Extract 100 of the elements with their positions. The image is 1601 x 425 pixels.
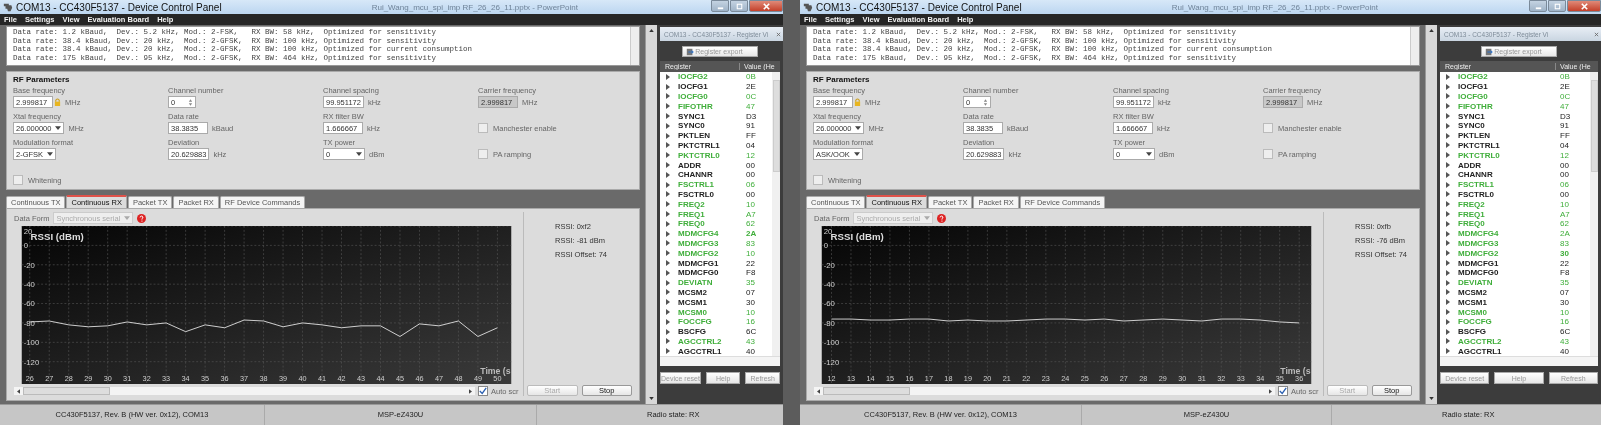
register-value: 00 <box>1560 189 1570 199</box>
scrollbar[interactable] <box>772 72 780 357</box>
register-name[interactable]: MDMCFG1 <box>1456 258 1560 268</box>
close-icon[interactable] <box>1594 31 1599 37</box>
register-name[interactable]: BSCFG <box>1456 327 1560 337</box>
register-name[interactable]: ADDR <box>676 160 746 170</box>
close-icon[interactable] <box>776 31 781 37</box>
scroll-right-icon[interactable] <box>1269 388 1272 394</box>
register-name[interactable]: MCSM1 <box>676 297 746 307</box>
register-value: 83 <box>1560 238 1570 248</box>
preset-list[interactable] <box>806 26 1420 66</box>
caret-icon <box>924 216 931 220</box>
register-name[interactable]: MCSM1 <box>1456 297 1560 307</box>
register-name[interactable]: PKTCTRL1 <box>676 140 746 150</box>
register-name[interactable]: PKTCTRL1 <box>1456 140 1560 150</box>
register-value: 6C <box>1560 327 1572 337</box>
register-name[interactable]: MDMCFG0 <box>1456 268 1560 278</box>
checkbox[interactable] <box>478 123 488 133</box>
scroll-up-icon[interactable] <box>1429 29 1434 32</box>
register-value: 35 <box>1560 278 1570 288</box>
scrollbar[interactable] <box>814 387 1275 395</box>
register-name[interactable]: PKTLEN <box>676 131 746 141</box>
checkbox[interactable] <box>1263 123 1273 133</box>
register-name[interactable]: IOCFG1 <box>1456 82 1560 92</box>
register-value: 12 <box>746 150 756 160</box>
minimize-button[interactable] <box>1529 0 1547 12</box>
spinner-arrows-icon[interactable] <box>188 97 193 107</box>
close-icon <box>1579 1 1589 11</box>
axis-tick-label: 0 <box>823 241 828 251</box>
scrollbar[interactable] <box>1410 27 1419 65</box>
close-button[interactable] <box>1567 0 1601 12</box>
register-name[interactable]: SYNC1 <box>1456 111 1560 121</box>
maximize-button[interactable] <box>730 0 748 12</box>
scroll-down-icon[interactable] <box>649 397 654 400</box>
axis-tick-label: -60 <box>23 299 35 309</box>
register-value: 00 <box>1560 170 1570 180</box>
register-value: 00 <box>746 170 756 180</box>
register-value: 2A <box>746 229 758 239</box>
scrollbar[interactable] <box>1590 72 1598 357</box>
checkbox[interactable] <box>478 149 488 159</box>
app-logo-icon <box>803 2 813 12</box>
register-name[interactable]: MCSM2 <box>676 287 746 297</box>
help-icon[interactable] <box>937 213 947 223</box>
register-value: 47 <box>746 101 756 111</box>
scroll-right-icon[interactable] <box>469 388 472 394</box>
register-name[interactable]: AGCCTRL1 <box>1456 346 1560 356</box>
register-name[interactable]: ADDR <box>1456 160 1560 170</box>
register-name[interactable]: CHANNR <box>1456 170 1560 180</box>
scroll-down-icon[interactable] <box>1429 397 1434 400</box>
background-window-title: Rui_Wang_mcu_spi_imp RF_26_26_11.pptx - PowerPoint <box>371 2 578 12</box>
register-value: FF <box>1560 131 1571 141</box>
checkbox[interactable] <box>813 175 823 185</box>
scroll-up-icon[interactable] <box>649 29 654 32</box>
lock-icon <box>54 97 61 107</box>
register-value: 07 <box>1560 287 1570 297</box>
register-name[interactable]: MDMCFG0 <box>676 268 746 278</box>
help-icon[interactable] <box>137 213 147 223</box>
register-name[interactable]: AGCCTRL1 <box>676 346 746 356</box>
register-name[interactable]: SYNC0 <box>1456 121 1560 131</box>
minimize-button[interactable] <box>711 0 729 12</box>
checkbox[interactable] <box>478 386 488 396</box>
register-name[interactable]: IOCFG1 <box>676 82 746 92</box>
maximize-button[interactable] <box>1548 0 1566 12</box>
scroll-left-icon[interactable] <box>17 388 20 394</box>
scrollbar[interactable] <box>1440 356 1598 367</box>
lock-icon <box>854 97 861 107</box>
scrollbar[interactable] <box>14 387 475 395</box>
register-value: 22 <box>746 258 756 268</box>
register-value: A7 <box>746 209 757 219</box>
caret-icon <box>124 216 131 220</box>
caret-icon <box>55 126 62 130</box>
register-value: A7 <box>1560 209 1571 219</box>
register-name[interactable]: SYNC1 <box>676 111 746 121</box>
register-value: 04 <box>746 140 756 150</box>
spinner-arrows-icon[interactable] <box>983 97 988 107</box>
register-value: F8 <box>1560 268 1571 278</box>
maximize-icon <box>734 1 744 11</box>
register-value: F8 <box>746 268 757 278</box>
checkbox[interactable] <box>1263 149 1273 159</box>
register-name[interactable]: PKTLEN <box>1456 131 1560 141</box>
scrollbar[interactable] <box>630 27 639 65</box>
register-name[interactable]: BSCFG <box>676 327 746 337</box>
caret-icon <box>47 152 54 156</box>
register-name[interactable]: SYNC0 <box>676 121 746 131</box>
close-button[interactable] <box>749 0 783 12</box>
register-value: 00 <box>1560 160 1570 170</box>
register-name[interactable]: CHANNR <box>676 170 746 180</box>
scroll-left-icon[interactable] <box>817 388 820 394</box>
register-value: 2E <box>1560 82 1571 92</box>
axis-tick-label: -40 <box>23 280 35 290</box>
register-value: 10 <box>746 199 756 209</box>
scrollbar[interactable] <box>660 356 780 367</box>
checkbox[interactable] <box>1278 386 1288 396</box>
register-name[interactable]: MDMCFG1 <box>676 258 746 268</box>
register-name[interactable]: FSCTRL0 <box>1456 189 1560 199</box>
register-name[interactable]: MCSM2 <box>1456 287 1560 297</box>
preset-list[interactable] <box>6 26 640 66</box>
register-name[interactable]: FSCTRL0 <box>676 189 746 199</box>
window-title: COM13 - CC430F5137 - Device Control Panel <box>16 1 222 13</box>
checkbox[interactable] <box>13 175 23 185</box>
